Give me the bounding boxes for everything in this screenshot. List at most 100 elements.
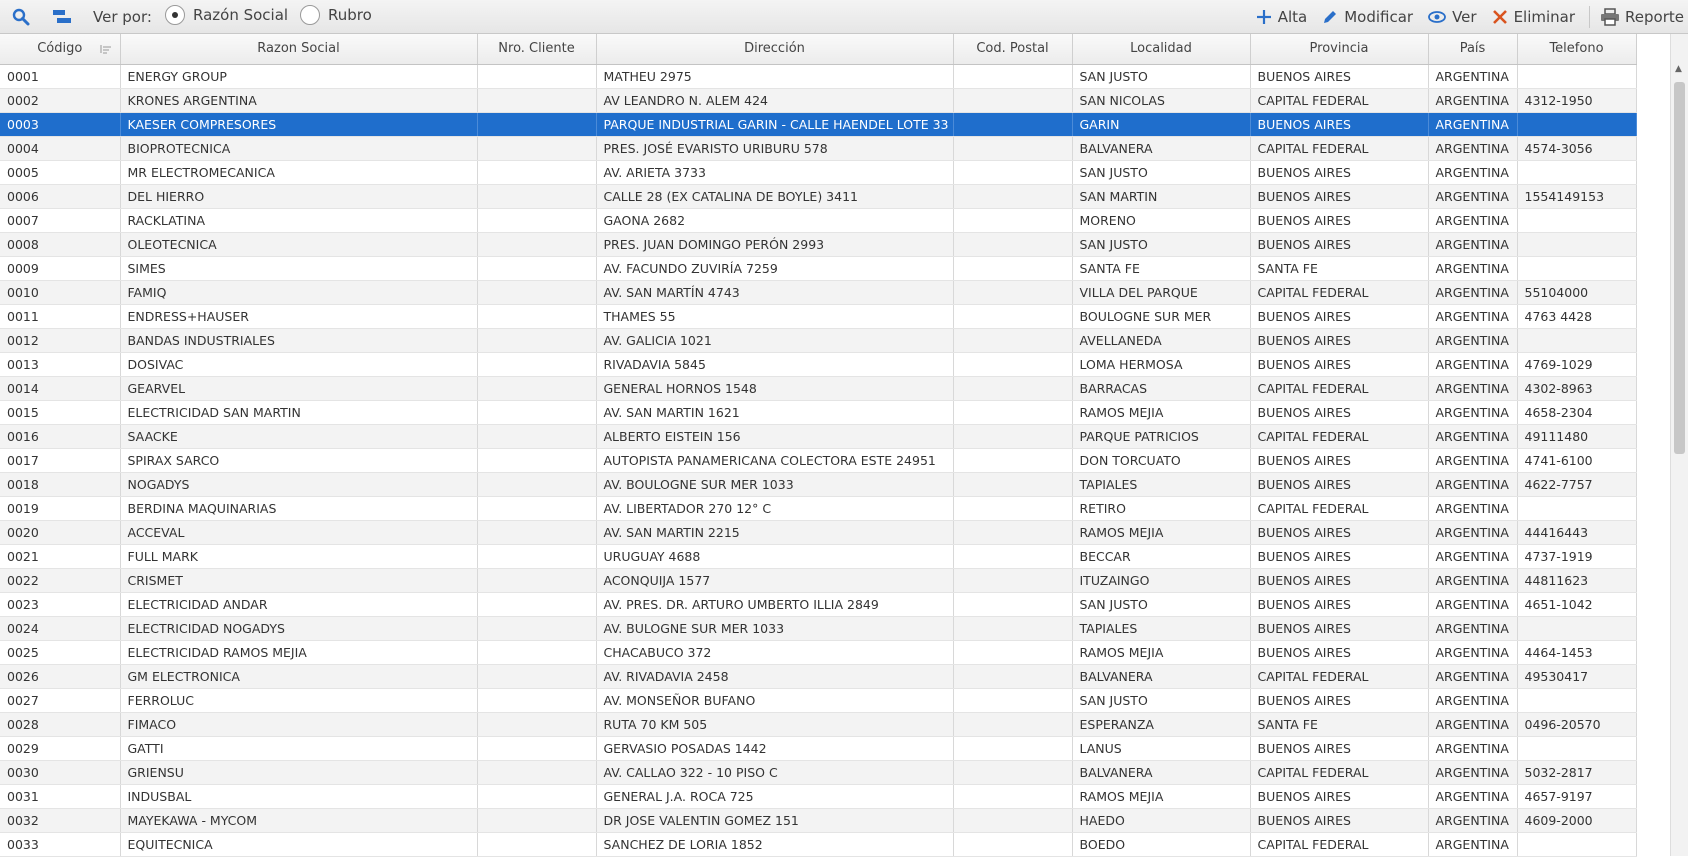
- cell-cod-postal: [953, 136, 1073, 161]
- cell-pais: ARGENTINA: [1428, 424, 1518, 449]
- cell-razon-social: FULL MARK: [120, 544, 478, 569]
- cell-codigo: 0023: [0, 592, 121, 617]
- table-row[interactable]: 0018 NOGADYS AV. BOULOGNE SUR MER 1033 TAPI…: [0, 472, 1637, 497]
- table-row[interactable]: 0015 ELECTRICIDAD SAN MARTIN AV. SAN MARTI…: [0, 400, 1637, 425]
- table-row[interactable]: 0014 GEARVEL GENERAL HORNOS 1548 BARRACAS CA…: [0, 376, 1637, 401]
- cell-direccion: AV. SAN MARTÍN 4743: [596, 280, 954, 305]
- column-header-pais[interactable]: País: [1428, 34, 1518, 65]
- table-row[interactable]: 0016 SAACKE ALBERTO EISTEIN 156 PARQUE PATR…: [0, 424, 1637, 449]
- action-bar: Alta Modificar Ver Eliminar Reporte: [1255, 5, 1688, 29]
- table-row[interactable]: 0027 FERROLUC AV. MONSEÑOR BUFANO SAN JUSTO…: [0, 688, 1637, 713]
- table-row[interactable]: 0033 EQUITECNICA SANCHEZ DE LORIA 1852 BOED…: [0, 832, 1637, 857]
- search-icon[interactable]: [10, 6, 32, 28]
- column-header-telefono[interactable]: Telefono: [1517, 34, 1637, 65]
- cell-nro-cliente: [477, 592, 597, 617]
- vertical-scrollbar[interactable]: ▲: [1670, 34, 1688, 856]
- column-header-cod-postal[interactable]: Cod. Postal: [953, 34, 1073, 65]
- cell-pais: ARGENTINA: [1428, 280, 1518, 305]
- table-row[interactable]: 0030 GRIENSU AV. CALLAO 322 - 10 PISO C BAL…: [0, 760, 1637, 785]
- cell-nro-cliente: [477, 88, 597, 113]
- cell-pais: ARGENTINA: [1428, 184, 1518, 209]
- table-row[interactable]: 0022 CRISMET ACONQUIJA 1577 ITUZAINGO BUENOS…: [0, 568, 1637, 593]
- cell-codigo: 0024: [0, 616, 121, 641]
- radio-rubro[interactable]: Rubro: [300, 5, 372, 25]
- table-row[interactable]: 0002 KRONES ARGENTINA AV LEANDRO N. ALEM 4…: [0, 88, 1637, 113]
- table-row[interactable]: 0005 MR ELECTROMECANICA AV. ARIETA 3733 SAN…: [0, 160, 1637, 185]
- cell-localidad: AVELLANEDA: [1072, 328, 1251, 353]
- cell-provincia: BUENOS AIRES: [1250, 520, 1429, 545]
- eliminar-button[interactable]: Eliminar: [1491, 8, 1575, 26]
- table-row[interactable]: 0029 GATTI GERVASIO POSADAS 1442 LANUS BUENO…: [0, 736, 1637, 761]
- cell-razon-social: GEARVEL: [120, 376, 478, 401]
- table-row[interactable]: 0021 FULL MARK URUGUAY 4688 BECCAR BUENOS AI…: [0, 544, 1637, 569]
- table-row[interactable]: 0004 BIOPROTECNICA PRES. JOSÉ EVARISTO URI…: [0, 136, 1637, 161]
- cell-nro-cliente: [477, 496, 597, 521]
- cell-telefono: 4657-9197: [1517, 784, 1637, 809]
- cell-direccion: AV. BULOGNE SUR MER 1033: [596, 616, 954, 641]
- table-row[interactable]: 0011 ENDRESS+HAUSER THAMES 55 BOULOGNE SUR …: [0, 304, 1637, 329]
- scrollbar-thumb[interactable]: [1674, 82, 1685, 454]
- column-header-provincia[interactable]: Provincia: [1250, 34, 1429, 65]
- table-row[interactable]: 0012 BANDAS INDUSTRIALES AV. GALICIA 1021 A…: [0, 328, 1637, 353]
- scroll-up-arrow-icon[interactable]: ▲: [1675, 64, 1682, 74]
- table-row[interactable]: 0009 SIMES AV. FACUNDO ZUVIRÍA 7259 SANTA F…: [0, 256, 1637, 281]
- cell-nro-cliente: [477, 232, 597, 257]
- column-header-nro-cliente[interactable]: Nro. Cliente: [477, 34, 597, 65]
- radio-button[interactable]: [300, 5, 320, 25]
- ver-button[interactable]: Ver: [1427, 8, 1477, 26]
- cell-codigo: 0032: [0, 808, 121, 833]
- table-row[interactable]: 0031 INDUSBAL GENERAL J.A. ROCA 725 RAMOS M…: [0, 784, 1637, 809]
- cell-direccion: AV. GALICIA 1021: [596, 328, 954, 353]
- table-row[interactable]: 0019 BERDINA MAQUINARIAS AV. LIBERTADOR 27…: [0, 496, 1637, 521]
- table-row[interactable]: 0024 ELECTRICIDAD NOGADYS AV. BULOGNE SUR …: [0, 616, 1637, 641]
- column-header-razon-social[interactable]: Razon Social: [120, 34, 478, 65]
- cell-pais: ARGENTINA: [1428, 472, 1518, 497]
- cell-direccion: AV. BOULOGNE SUR MER 1033: [596, 472, 954, 497]
- table-row[interactable]: 0025 ELECTRICIDAD RAMOS MEJIA CHACABUCO 37…: [0, 640, 1637, 665]
- cell-codigo: 0009: [0, 256, 121, 281]
- table-row[interactable]: 0026 GM ELECTRONICA AV. RIVADAVIA 2458 BALV…: [0, 664, 1637, 689]
- cell-cod-postal: [953, 184, 1073, 209]
- reporte-button[interactable]: Reporte: [1600, 8, 1684, 26]
- alta-button[interactable]: Alta: [1255, 8, 1307, 26]
- column-header-codigo[interactable]: Código: [0, 34, 121, 65]
- cell-nro-cliente: [477, 640, 597, 665]
- cell-telefono: [1517, 232, 1637, 257]
- cell-localidad: SAN JUSTO: [1072, 160, 1251, 185]
- cell-razon-social: NOGADYS: [120, 472, 478, 497]
- table-row[interactable]: 0010 FAMIQ AV. SAN MARTÍN 4743 VILLA DEL PA…: [0, 280, 1637, 305]
- cell-direccion: AV. LIBERTADOR 270 12° C: [596, 496, 954, 521]
- radio-button-checked[interactable]: [165, 5, 185, 25]
- cell-telefono: 4464-1453: [1517, 640, 1637, 665]
- cell-pais: ARGENTINA: [1428, 736, 1518, 761]
- modificar-button[interactable]: Modificar: [1321, 8, 1413, 26]
- layout-toggle-icon[interactable]: [50, 6, 74, 28]
- table-row[interactable]: 0028 FIMACO RUTA 70 KM 505 ESPERANZA SANTA F…: [0, 712, 1637, 737]
- column-header-direccion[interactable]: Dirección: [596, 34, 954, 65]
- cell-telefono: [1517, 688, 1637, 713]
- cell-razon-social: SPIRAX SARCO: [120, 448, 478, 473]
- cell-provincia: BUENOS AIRES: [1250, 568, 1429, 593]
- table-row[interactable]: 0001 ENERGY GROUP MATHEU 2975 SAN JUSTO BUEN…: [0, 64, 1637, 89]
- cell-pais: ARGENTINA: [1428, 544, 1518, 569]
- radio-razon-social[interactable]: Razón Social: [165, 5, 288, 25]
- cell-cod-postal: [953, 304, 1073, 329]
- cell-nro-cliente: [477, 64, 597, 89]
- cell-provincia: BUENOS AIRES: [1250, 640, 1429, 665]
- table-row[interactable]: 0020 ACCEVAL AV. SAN MARTIN 2215 RAMOS MEJI…: [0, 520, 1637, 545]
- table-row[interactable]: 0006 DEL HIERRO CALLE 28 (EX CATALINA DE B…: [0, 184, 1637, 209]
- table-row[interactable]: 0003 KAESER COMPRESORES PARQUE INDUSTRIAL …: [0, 112, 1637, 137]
- cell-localidad: DON TORCUATO: [1072, 448, 1251, 473]
- table-row[interactable]: 0023 ELECTRICIDAD ANDAR AV. PRES. DR. ARTU…: [0, 592, 1637, 617]
- cell-direccion: MATHEU 2975: [596, 64, 954, 89]
- cell-telefono: 55104000: [1517, 280, 1637, 305]
- cell-localidad: RAMOS MEJIA: [1072, 520, 1251, 545]
- table-row[interactable]: 0013 DOSIVAC RIVADAVIA 5845 LOMA HERMOSA BUE…: [0, 352, 1637, 377]
- table-row[interactable]: 0017 SPIRAX SARCO AUTOPISTA PANAMERICANA C…: [0, 448, 1637, 473]
- cell-codigo: 0025: [0, 640, 121, 665]
- column-header-localidad[interactable]: Localidad: [1072, 34, 1251, 65]
- table-row[interactable]: 0008 OLEOTECNICA PRES. JUAN DOMINGO PERÓN …: [0, 232, 1637, 257]
- table-row[interactable]: 0007 RACKLATINA GAONA 2682 MORENO BUENOS AIR…: [0, 208, 1637, 233]
- table-row[interactable]: 0032 MAYEKAWA - MYCOM DR JOSE VALENTIN GOM…: [0, 808, 1637, 833]
- cell-localidad: SANTA FE: [1072, 256, 1251, 281]
